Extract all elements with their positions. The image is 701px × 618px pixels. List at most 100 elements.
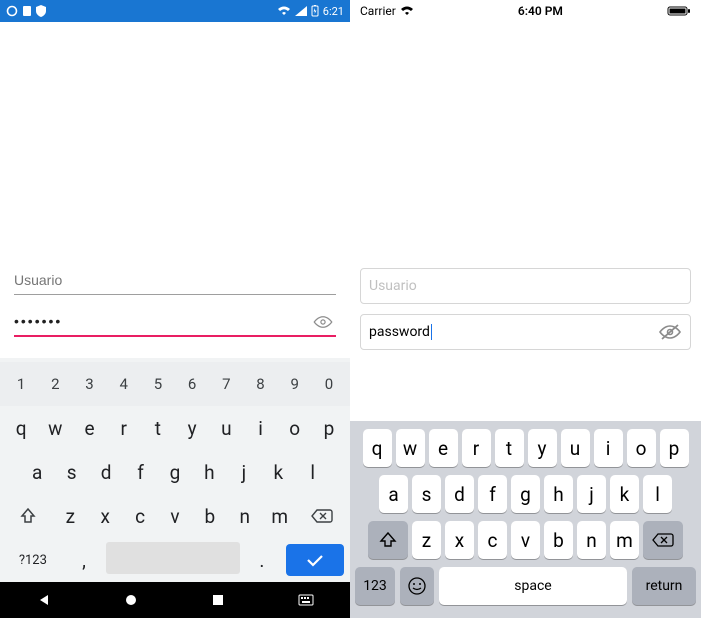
sim-icon [22,5,32,17]
symbols-key[interactable]: ?123 [4,542,62,578]
nav-back-icon[interactable] [37,593,51,607]
android-keyboard: 1234567890 qwertyuiop asdfghjkl zxcvbnm … [0,358,350,582]
shift-key[interactable] [368,521,408,559]
key-3[interactable]: 3 [72,366,106,402]
numbers-key[interactable]: 123 [355,567,395,605]
key-d[interactable]: d [89,454,123,490]
comma-key[interactable]: , [62,542,106,578]
kb-row-1: qwertyuiop [353,429,698,467]
emoji-key[interactable] [400,567,434,605]
space-key[interactable] [106,542,239,574]
key-r[interactable]: r [462,429,491,467]
android-screen: 6:21 1234567890 qwertyuiop asdfghjkl zxc… [0,0,350,618]
password-input[interactable] [14,307,336,337]
key-u[interactable]: u [209,410,243,446]
key-l[interactable]: l [296,454,330,490]
key-a[interactable]: a [379,475,408,513]
key-o[interactable]: o [278,410,312,446]
username-input[interactable]: Usuario [360,268,691,304]
key-8[interactable]: 8 [243,366,277,402]
key-1[interactable]: 1 [4,366,38,402]
key-m[interactable]: m [610,521,639,559]
backspace-key[interactable] [297,498,346,534]
password-input[interactable]: password [360,314,691,350]
key-l[interactable]: l [643,475,672,513]
key-d[interactable]: d [445,475,474,513]
key-u[interactable]: u [561,429,590,467]
space-key[interactable]: space [439,567,627,605]
key-h[interactable]: h [544,475,573,513]
key-o[interactable]: o [627,429,656,467]
return-key[interactable]: return [632,567,696,605]
key-c[interactable]: c [123,498,158,534]
key-6[interactable]: 6 [175,366,209,402]
kb-row-3: zxcvbnm [0,494,350,538]
kb-row-bottom: 123 space return [353,567,698,605]
key-j[interactable]: j [227,454,261,490]
key-i[interactable]: i [243,410,277,446]
nav-recent-icon[interactable] [211,593,225,607]
key-b[interactable]: b [192,498,227,534]
key-9[interactable]: 9 [278,366,312,402]
key-t[interactable]: t [141,410,175,446]
key-n[interactable]: n [577,521,606,559]
key-2[interactable]: 2 [38,366,72,402]
key-7[interactable]: 7 [209,366,243,402]
carrier-text: Carrier [360,4,396,18]
key-e[interactable]: e [72,410,106,446]
shift-key[interactable] [4,498,53,534]
eye-icon[interactable] [312,315,334,329]
nav-keyboard-icon[interactable] [298,594,314,606]
kb-row-1: qwertyuiop [0,406,350,450]
key-v[interactable]: v [511,521,540,559]
key-g[interactable]: g [511,475,540,513]
key-f[interactable]: f [478,475,507,513]
key-j[interactable]: j [577,475,606,513]
key-e[interactable]: e [429,429,458,467]
key-g[interactable]: g [158,454,192,490]
kb-row-2: asdfghjkl [353,475,698,513]
username-input[interactable] [14,268,336,295]
key-w[interactable]: w [38,410,72,446]
key-q[interactable]: q [363,429,392,467]
nav-home-icon[interactable] [124,593,138,607]
key-m[interactable]: m [262,498,297,534]
key-n[interactable]: n [227,498,262,534]
key-k[interactable]: k [261,454,295,490]
key-s[interactable]: s [412,475,441,513]
key-p[interactable]: p [312,410,346,446]
key-a[interactable]: a [20,454,54,490]
period-key[interactable]: . [240,542,284,578]
key-0[interactable]: 0 [312,366,346,402]
key-z[interactable]: z [53,498,88,534]
key-f[interactable]: f [123,454,157,490]
key-z[interactable]: z [412,521,441,559]
key-p[interactable]: p [660,429,689,467]
key-c[interactable]: c [478,521,507,559]
backspace-key[interactable] [643,521,683,559]
key-k[interactable]: k [610,475,639,513]
wifi-icon [400,6,414,16]
eye-off-icon[interactable] [658,323,682,341]
key-h[interactable]: h [192,454,226,490]
key-w[interactable]: w [396,429,425,467]
key-x[interactable]: x [445,521,474,559]
key-x[interactable]: x [88,498,123,534]
key-5[interactable]: 5 [141,366,175,402]
password-value: password [369,324,430,340]
ios-keyboard: qwertyuiop asdfghjkl zxcvbnm 123 space r… [350,421,701,618]
key-i[interactable]: i [594,429,623,467]
key-r[interactable]: r [107,410,141,446]
key-t[interactable]: t [495,429,524,467]
key-q[interactable]: q [4,410,38,446]
ios-statusbar: Carrier 6:40 PM [350,0,701,22]
key-v[interactable]: v [158,498,193,534]
key-y[interactable]: y [175,410,209,446]
android-statusbar: 6:21 [0,0,350,22]
key-4[interactable]: 4 [107,366,141,402]
key-b[interactable]: b [544,521,573,559]
key-y[interactable]: y [528,429,557,467]
wifi-icon [277,6,291,16]
enter-key[interactable] [286,544,344,576]
key-s[interactable]: s [54,454,88,490]
